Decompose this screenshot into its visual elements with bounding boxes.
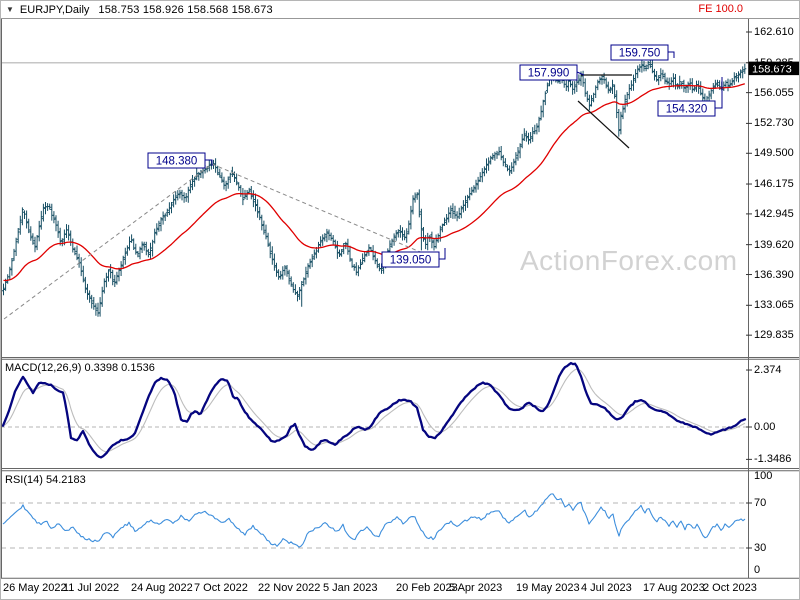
chart-header: ▼ EURJPY,Daily 158.753 158.926 158.568 1…	[1, 1, 799, 19]
price-axis-tick: 152.730	[754, 117, 794, 130]
date-axis-label: 26 May 2022	[3, 582, 67, 594]
macd-axis-tick: 2.374	[754, 364, 782, 377]
rsi-axis-tick: 70	[754, 497, 767, 509]
macd-axis-tick: 0.00	[754, 421, 776, 433]
price-chart-canvas[interactable]: 148.380139.050157.990159.750154.320158.6…	[1, 1, 800, 600]
rsi-indicator-label: RSI(14) 54.2183	[5, 474, 86, 486]
date-axis-label: 5 Jan 2023	[323, 582, 378, 594]
price-axis-tick: 129.835	[754, 329, 794, 342]
date-axis-label: 2 Oct 2023	[703, 582, 757, 594]
macd-main-line	[1, 361, 747, 459]
price-annotation-label: 154.320	[666, 104, 708, 116]
price-annotation-label: 159.750	[619, 48, 661, 60]
price-axis-tick: 159.285	[754, 56, 794, 69]
price-annotation-pointer	[668, 51, 675, 58]
rsi-axis-tick: 30	[754, 542, 767, 554]
fe-level-label: FE 100.0	[698, 3, 743, 15]
price-annotation-pointer	[439, 248, 446, 260]
date-axis-label: 11 Jul 2022	[63, 582, 120, 594]
price-annotation-label: 148.380	[156, 156, 198, 168]
price-annotation-pointer	[715, 77, 723, 109]
date-axis-label: 4 Jul 2023	[581, 582, 632, 594]
price-axis-tick: 142.945	[754, 207, 794, 220]
date-axis-label: 7 Oct 2022	[194, 582, 248, 594]
rsi-axis-tick: 100	[754, 470, 773, 482]
date-axis-label: 22 Nov 2022	[258, 582, 321, 594]
macd-axis-tick: -1.3486	[754, 453, 792, 466]
chart-window: ActionForex.com 148.380 139.050 157.990 159…	[0, 0, 800, 600]
rsi-axis-tick: 0	[754, 564, 761, 576]
price-annotation-label: 139.050	[390, 255, 432, 267]
macd-signal-line	[2, 368, 746, 453]
date-axis-label: 5 Apr 2023	[449, 582, 503, 594]
price-axis-tick: 146.175	[754, 178, 794, 191]
symbol-title: EURJPY,Daily	[19, 3, 90, 16]
price-axis-tick: 136.390	[754, 268, 794, 281]
price-axis-tick: 133.065	[754, 299, 794, 312]
red-moving-average-line	[3, 83, 746, 282]
price-axis-tick: 156.055	[754, 86, 794, 99]
dashed-trendline	[211, 163, 426, 255]
date-axis-label: 19 May 2023	[516, 582, 580, 594]
rsi-line	[2, 493, 746, 548]
ohlc-bars	[2, 53, 747, 317]
macd-indicator-label: MACD(12,26,9) 0.3398 0.1536	[5, 362, 155, 374]
price-annotation-label: 157.990	[528, 68, 570, 80]
collapse-arrow-icon[interactable]: ▼	[6, 5, 14, 14]
price-axis-tick: 139.620	[754, 238, 794, 251]
ohlc-values: 158.753 158.926 158.568 158.673	[98, 3, 273, 16]
price-axis-tick: 149.500	[754, 147, 794, 160]
price-axis-tick: 162.610	[754, 26, 794, 38]
date-axis-label: 24 Aug 2022	[131, 582, 193, 594]
date-axis-label: 17 Aug 2023	[643, 582, 705, 594]
